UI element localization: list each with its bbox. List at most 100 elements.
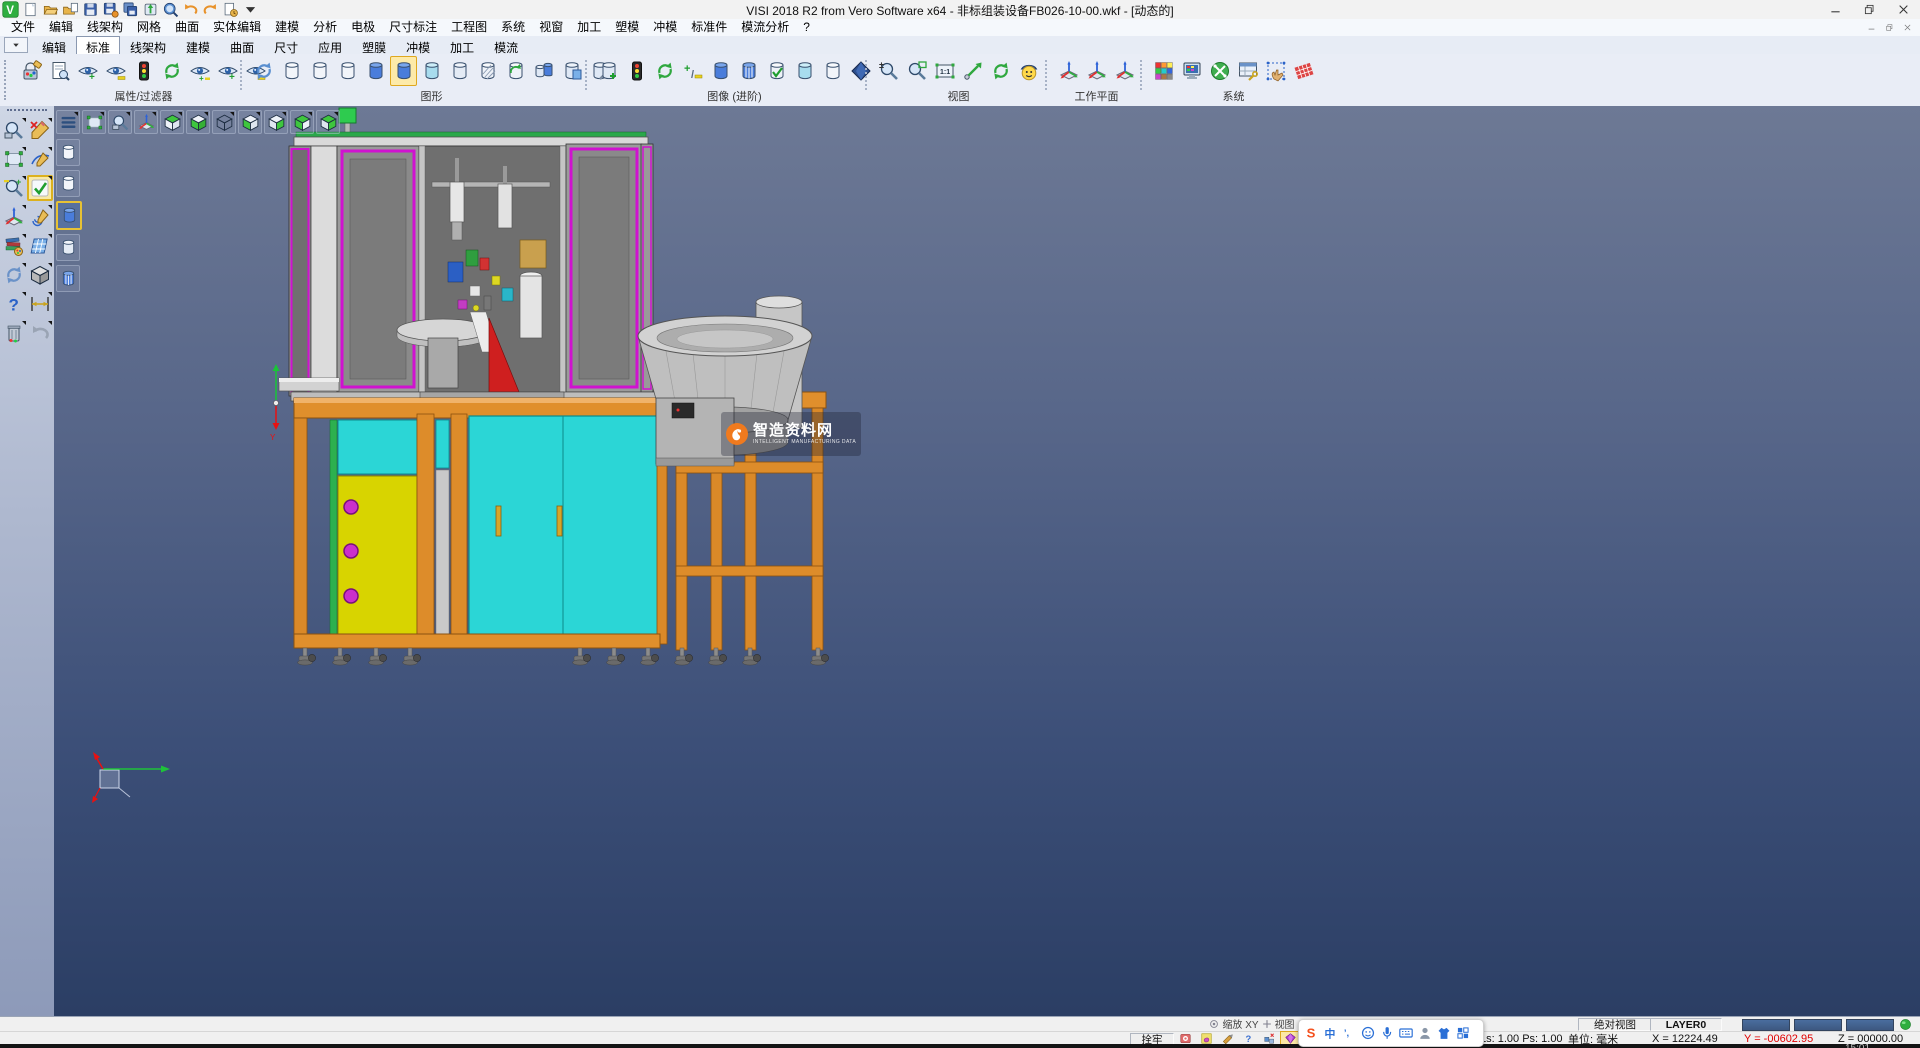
traffic-light-icon[interactable] xyxy=(130,56,157,86)
eye-plusminus-icon[interactable]: + xyxy=(186,56,213,86)
cyl-wire-icon[interactable] xyxy=(334,56,361,86)
mdi-close-button[interactable] xyxy=(1898,20,1916,35)
open-folder-icon[interactable] xyxy=(42,1,59,18)
recent-doc-icon[interactable] xyxy=(222,1,239,18)
cyl-wire-icon[interactable] xyxy=(306,56,333,86)
insert-doc-icon[interactable] xyxy=(62,1,79,18)
save-as-icon[interactable] xyxy=(102,1,119,18)
workplane-iso-icon[interactable] xyxy=(1,204,27,230)
sys-window-icon[interactable] xyxy=(1234,56,1261,86)
sys-globe-icon[interactable] xyxy=(1206,56,1233,86)
refresh-filter-icon[interactable] xyxy=(158,56,185,86)
attr-books-icon[interactable] xyxy=(1,233,27,259)
cyl-blue-icon[interactable] xyxy=(362,56,389,86)
ime-punct-icon[interactable]: ’, xyxy=(1340,1023,1358,1043)
undo-gray-icon[interactable] xyxy=(27,320,53,346)
color-swatch[interactable] xyxy=(1742,1019,1790,1031)
menu-item[interactable]: 网格 xyxy=(130,19,168,36)
dropdown-icon[interactable] xyxy=(242,1,259,18)
cyl-add-icon[interactable] xyxy=(595,56,622,86)
diamond-icon[interactable] xyxy=(847,56,874,86)
ribbon-tab[interactable]: 模流 xyxy=(484,36,528,54)
workplane-iso-icon[interactable] xyxy=(134,110,158,134)
zoom-11-icon[interactable]: 1:1 xyxy=(931,56,958,86)
menu-item[interactable]: 系统 xyxy=(494,19,532,36)
cyl-wire-icon[interactable] xyxy=(56,170,80,197)
cube-right-icon[interactable] xyxy=(264,110,288,134)
menu-item[interactable]: 冲模 xyxy=(646,19,684,36)
new-doc-icon[interactable] xyxy=(22,1,39,18)
sys-snap-icon[interactable] xyxy=(1262,56,1289,86)
save-icon[interactable] xyxy=(82,1,99,18)
color-swatch[interactable] xyxy=(1794,1019,1842,1031)
cyl-wire-icon[interactable] xyxy=(819,56,846,86)
grid-pane-icon[interactable] xyxy=(27,233,53,259)
menu-item[interactable]: 视窗 xyxy=(532,19,570,36)
ribbon-tab[interactable]: 冲模 xyxy=(396,36,440,54)
cube-wire-icon[interactable] xyxy=(212,110,236,134)
menu-item[interactable]: 尺寸标注 xyxy=(382,19,444,36)
view-mode-cell[interactable]: 绝对视图 xyxy=(1578,1018,1652,1031)
sel-box-icon[interactable] xyxy=(82,110,106,134)
menu-item[interactable]: ? xyxy=(796,19,817,36)
ribbon-tab[interactable]: 加工 xyxy=(440,36,484,54)
restore-button[interactable] xyxy=(1852,0,1886,19)
attr-brush-icon[interactable] xyxy=(18,56,45,86)
cyl-flat-icon[interactable] xyxy=(56,234,80,261)
plus-minus-icon[interactable]: +/ xyxy=(679,56,706,86)
redo-icon[interactable] xyxy=(202,1,219,18)
mdi-restore-button[interactable] xyxy=(1880,20,1898,35)
save-all-icon[interactable] xyxy=(122,1,139,18)
ime-mic-icon[interactable] xyxy=(1378,1023,1396,1043)
cube-front-icon[interactable] xyxy=(290,110,314,134)
cyl-stripe-icon[interactable] xyxy=(735,56,762,86)
ribbon-tab[interactable]: 塑膜 xyxy=(352,36,396,54)
zoom-pm-icon[interactable]: + xyxy=(1,175,27,201)
cyl-stripe-icon[interactable] xyxy=(56,265,80,292)
menu-item[interactable]: 实体编辑 xyxy=(206,19,268,36)
cyl-green-icon[interactable] xyxy=(502,56,529,86)
tab-dropdown-button[interactable] xyxy=(4,37,28,53)
view-hint[interactable]: 缩放 XY 视图 xyxy=(1200,1018,1304,1029)
trash-icon[interactable] xyxy=(1,320,27,346)
pencil-x-icon[interactable] xyxy=(27,117,53,143)
cyl-hatch-icon[interactable] xyxy=(474,56,501,86)
zoom-window-icon[interactable] xyxy=(903,56,930,86)
minimize-button[interactable] xyxy=(1818,0,1852,19)
mdi-minimize-button[interactable] xyxy=(1862,20,1880,35)
sys-grid-icon[interactable] xyxy=(1290,56,1317,86)
view-rotate-icon[interactable] xyxy=(987,56,1014,86)
pencil-spline-icon[interactable] xyxy=(27,204,53,230)
ribbon-tab[interactable]: 曲面 xyxy=(220,36,264,54)
cyl-flat-icon[interactable] xyxy=(446,56,473,86)
ime-logo-icon[interactable]: S xyxy=(1302,1023,1320,1043)
menu-item[interactable]: 文件 xyxy=(4,19,42,36)
sel-box-icon[interactable] xyxy=(1,146,27,172)
measure-icon[interactable] xyxy=(27,291,53,317)
ribbon-tab[interactable]: 建模 xyxy=(176,36,220,54)
zoom-view-icon[interactable] xyxy=(108,110,132,134)
online-status-icon[interactable] xyxy=(1899,1018,1912,1031)
menu-item[interactable]: 建模 xyxy=(268,19,306,36)
eye-plus-icon[interactable]: + xyxy=(214,56,241,86)
ribbon-tab[interactable]: 尺寸 xyxy=(264,36,308,54)
regen-icon[interactable] xyxy=(1,262,27,288)
cyl-wire-icon[interactable] xyxy=(278,56,305,86)
cyl-blue-icon[interactable] xyxy=(390,56,417,86)
eye-add-icon[interactable]: + xyxy=(74,56,101,86)
cyl-cyan-icon[interactable] xyxy=(791,56,818,86)
sys-monitor-icon[interactable] xyxy=(1178,56,1205,86)
ribbon-tab[interactable]: 编辑 xyxy=(32,36,76,54)
preview-icon[interactable] xyxy=(162,1,179,18)
vp-menu-icon[interactable] xyxy=(56,110,80,134)
refresh-gfx-icon[interactable] xyxy=(250,56,277,86)
ime-kb-icon[interactable] xyxy=(1397,1023,1415,1043)
menu-item[interactable]: 工程图 xyxy=(444,19,494,36)
ribbon-tab[interactable]: 应用 xyxy=(308,36,352,54)
eye-remove-icon[interactable] xyxy=(102,56,129,86)
cyl-blue-icon[interactable] xyxy=(707,56,734,86)
traffic-light-icon[interactable] xyxy=(623,56,650,86)
zoom-view-icon[interactable] xyxy=(1,117,27,143)
cube-top-icon[interactable] xyxy=(160,110,184,134)
ribbon-tab[interactable]: 线架构 xyxy=(120,36,176,54)
